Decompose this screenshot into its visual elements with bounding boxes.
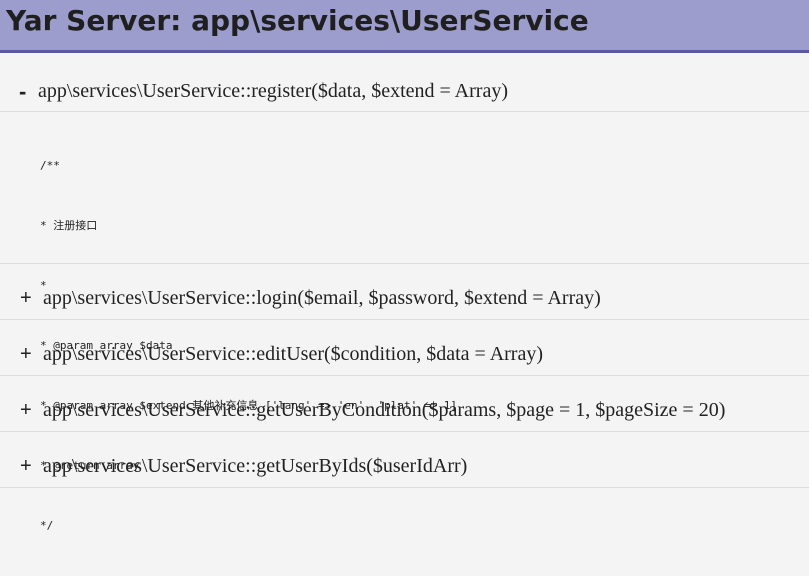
method-list: - app\services\UserService::register($da…: [0, 53, 809, 532]
expand-toggle-icon[interactable]: +: [20, 287, 32, 310]
method-get-user-by-ids: + app\services\UserService::getUserByIds…: [0, 432, 809, 488]
method-login: + app\services\UserService::login($email…: [0, 264, 809, 320]
page-title: Yar Server: app\services\UserService: [6, 4, 589, 37]
page-header: Yar Server: app\services\UserService: [0, 0, 809, 53]
doc-line: * 注册接口: [40, 219, 98, 232]
doc-line: /**: [40, 159, 60, 172]
expand-toggle-icon[interactable]: +: [20, 399, 32, 422]
method-edit-user: + app\services\UserService::editUser($co…: [0, 320, 809, 376]
method-header-login[interactable]: + app\services\UserService::login($email…: [0, 264, 809, 320]
expand-toggle-icon[interactable]: +: [20, 455, 32, 478]
method-header-register[interactable]: - app\services\UserService::register($da…: [0, 53, 809, 112]
method-signature[interactable]: app\services\UserService::register($data…: [38, 80, 508, 103]
method-header-get-user-by-ids[interactable]: + app\services\UserService::getUserByIds…: [0, 432, 809, 488]
method-signature[interactable]: app\services\UserService::editUser($cond…: [43, 343, 543, 366]
collapse-toggle-icon[interactable]: -: [19, 79, 26, 105]
method-signature[interactable]: app\services\UserService::getUserByCondi…: [43, 399, 725, 422]
method-signature[interactable]: app\services\UserService::login($email, …: [43, 287, 601, 310]
method-register: - app\services\UserService::register($da…: [0, 53, 809, 532]
expand-toggle-icon[interactable]: +: [20, 343, 32, 366]
method-signature[interactable]: app\services\UserService::getUserByIds($…: [43, 455, 467, 478]
doc-line: */: [40, 519, 54, 532]
method-get-user-by-condition: + app\services\UserService::getUserByCon…: [0, 376, 809, 432]
method-header-get-user-by-condition[interactable]: + app\services\UserService::getUserByCon…: [0, 376, 809, 432]
method-header-edit-user[interactable]: + app\services\UserService::editUser($co…: [0, 320, 809, 376]
method-doc-comment: /** * 注册接口 * * @param array $data * @par…: [0, 112, 809, 532]
